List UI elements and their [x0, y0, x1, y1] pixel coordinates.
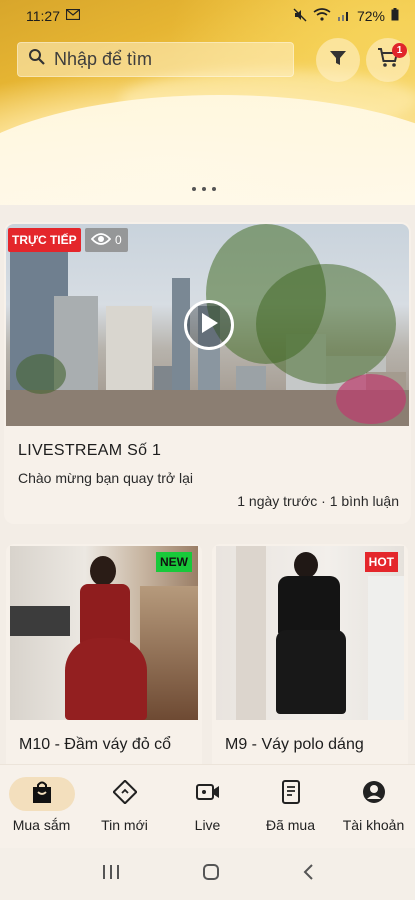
wifi-icon: [313, 8, 331, 24]
shopping-bag-icon: [31, 780, 53, 809]
nav-label: Live: [194, 817, 221, 833]
system-navigation: [0, 848, 415, 900]
eye-icon: [90, 232, 112, 249]
livestream-title: LIVESTREAM Số 1: [18, 442, 162, 459]
product-image[interactable]: NEW: [10, 546, 198, 720]
badge-hot: HOT: [364, 552, 398, 572]
product-card[interactable]: HOT M9 - Váy polo dáng: [212, 544, 408, 774]
nav-item-shopping[interactable]: Mua sắm: [0, 765, 83, 848]
nav-label: Tài khoản: [342, 817, 405, 833]
nav-item-live[interactable]: Live: [166, 765, 249, 848]
filter-icon: [329, 49, 347, 72]
nav-icon-pill: [92, 777, 158, 811]
nav-icon-pill: [258, 777, 324, 811]
video-camera-icon: [195, 783, 220, 806]
nav-item-account[interactable]: Tài khoản: [332, 765, 415, 848]
nav-label: Tin mới: [101, 817, 148, 833]
play-button[interactable]: [184, 300, 234, 350]
cart-badge: 1: [392, 43, 407, 58]
product-card[interactable]: NEW M10 - Đầm váy đỏ cổ: [6, 544, 202, 774]
search-input[interactable]: [54, 49, 284, 70]
cart-button[interactable]: 1: [366, 38, 410, 82]
badge-new: NEW: [156, 552, 192, 572]
carousel-dot[interactable]: [212, 187, 216, 191]
status-time: 11:27: [26, 8, 60, 24]
account-icon: [362, 780, 386, 809]
carousel-dot[interactable]: [192, 187, 196, 191]
mute-icon: [293, 8, 307, 25]
signal-icon: [337, 9, 351, 24]
nav-item-news[interactable]: Tin mới: [83, 765, 166, 848]
live-badge: TRỰC TIẾP: [8, 228, 81, 252]
livestream-card[interactable]: TRỰC TIẾP 0 LIVESTREAM Số 1 Chào mừng bạ…: [4, 222, 411, 524]
bottom-navigation: Mua sắm Tin mới Live Đã mua Tài khoản: [0, 764, 415, 848]
back-icon[interactable]: [301, 863, 315, 886]
receipt-icon: [281, 779, 300, 809]
nav-icon-pill: [341, 777, 407, 811]
nav-label: Đã mua: [265, 817, 316, 833]
nav-item-purchased[interactable]: Đã mua: [249, 765, 332, 848]
livestream-meta: 1 ngày trước · 1 bình luận: [237, 493, 399, 509]
viewer-count-value: 0: [115, 233, 122, 247]
livestream-subtitle: Chào mừng bạn quay trở lại: [18, 470, 193, 486]
battery-percent: 72%: [356, 8, 385, 24]
product-name: M10 - Đầm váy đỏ cổ: [19, 736, 172, 753]
nav-label: Mua sắm: [12, 817, 71, 833]
product-image[interactable]: HOT: [216, 546, 404, 720]
mail-icon: [65, 8, 81, 23]
search-bar[interactable]: [17, 42, 294, 77]
home-icon[interactable]: [202, 863, 220, 886]
nav-icon-pill: [8, 777, 75, 811]
product-name: M9 - Váy polo dáng: [225, 736, 364, 753]
viewer-count: 0: [85, 228, 128, 252]
livestream-thumbnail[interactable]: TRỰC TIẾP 0: [6, 224, 409, 426]
play-icon: [199, 312, 219, 339]
carousel-dot[interactable]: [202, 187, 206, 191]
carousel-dots: [192, 187, 216, 191]
news-tag-icon: [111, 778, 138, 809]
battery-icon: [391, 8, 399, 24]
recent-apps-icon[interactable]: [101, 863, 121, 886]
search-icon: [28, 48, 46, 71]
nav-icon-pill: [175, 777, 241, 811]
filter-button[interactable]: [316, 38, 360, 82]
status-bar: 11:27 72%: [0, 0, 415, 32]
